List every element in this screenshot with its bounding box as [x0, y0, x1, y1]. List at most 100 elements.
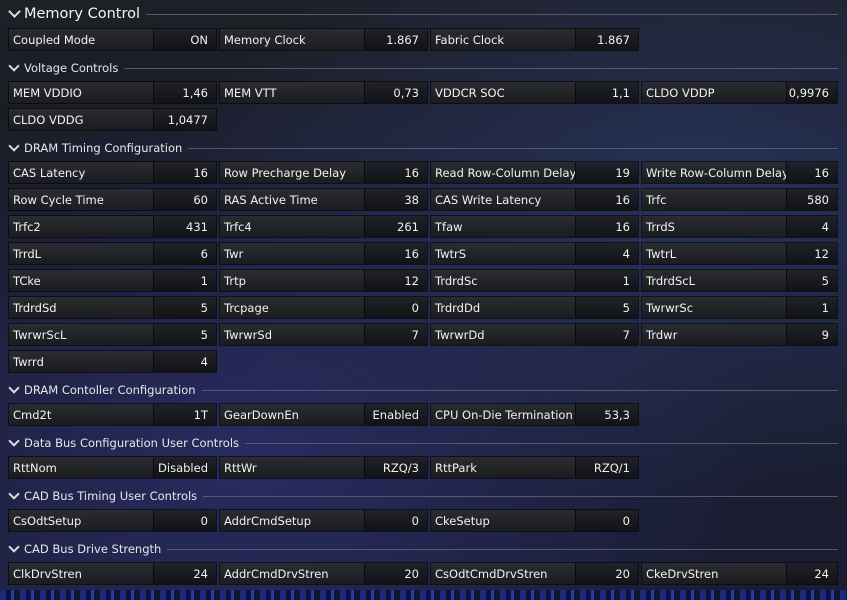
setting-twtrl[interactable]: TwtrL 12: [641, 242, 838, 265]
chevron-down-icon[interactable]: [8, 437, 20, 449]
setting-ckedrvstren[interactable]: CkeDrvStren 24: [641, 562, 838, 585]
setting-value[interactable]: 1,1: [575, 82, 638, 103]
chevron-down-icon[interactable]: [8, 384, 20, 396]
setting-addrcmdsetup[interactable]: AddrCmdSetup 0: [219, 509, 428, 532]
setting-value[interactable]: 16: [575, 189, 638, 210]
setting-geardownen[interactable]: GearDownEn Enabled: [219, 403, 428, 426]
setting-value[interactable]: 24: [786, 563, 837, 584]
memory-control-header[interactable]: Memory Control: [8, 6, 838, 22]
setting-value[interactable]: 7: [575, 324, 638, 345]
setting-trfc[interactable]: Trfc 580: [641, 188, 838, 211]
setting-cpu-on-die-termination[interactable]: CPU On-Die Termination 53,3: [430, 403, 639, 426]
setting-value[interactable]: 16: [364, 243, 427, 264]
setting-cas-latency[interactable]: CAS Latency 16: [8, 161, 217, 184]
setting-value[interactable]: 0: [364, 297, 427, 318]
setting-value[interactable]: 431: [153, 216, 216, 237]
setting-rttnom[interactable]: RttNom Disabled: [8, 456, 217, 479]
setting-trrds[interactable]: TrrdS 4: [641, 215, 838, 238]
chevron-down-icon[interactable]: [8, 543, 20, 555]
chevron-down-icon[interactable]: [8, 142, 20, 154]
section-header-cad-bus-timing-user-controls[interactable]: CAD Bus Timing User Controls: [8, 488, 838, 504]
setting-twrwrscl[interactable]: TwrwrScL 5: [8, 323, 217, 346]
chevron-down-icon[interactable]: [8, 62, 20, 74]
setting-twrwrsc[interactable]: TwrwrSc 1: [641, 296, 838, 319]
setting-ckesetup[interactable]: CkeSetup 0: [430, 509, 639, 532]
setting-value[interactable]: 0: [364, 510, 427, 531]
setting-trdrdscl[interactable]: TrdrdScL 5: [641, 269, 838, 292]
section-header-cad-bus-drive-strength[interactable]: CAD Bus Drive Strength: [8, 541, 838, 557]
setting-tcke[interactable]: TCke 1: [8, 269, 217, 292]
setting-value[interactable]: 4: [786, 216, 837, 237]
setting-value[interactable]: 1,46: [153, 82, 216, 103]
section-header-dram-contoller-configuration[interactable]: DRAM Contoller Configuration: [8, 382, 838, 398]
setting-trdwr[interactable]: Trdwr 9: [641, 323, 838, 346]
setting-twr[interactable]: Twr 16: [219, 242, 428, 265]
setting-cmd2t[interactable]: Cmd2t 1T: [8, 403, 217, 426]
setting-rttpark[interactable]: RttPark RZQ/1: [430, 456, 639, 479]
setting-value[interactable]: 5: [153, 297, 216, 318]
setting-fabric-clock[interactable]: Fabric Clock 1.867: [430, 28, 639, 51]
setting-value[interactable]: 9: [786, 324, 837, 345]
setting-row-cycle-time[interactable]: Row Cycle Time 60: [8, 188, 217, 211]
setting-value[interactable]: 1.867: [575, 29, 638, 50]
setting-value[interactable]: 7: [364, 324, 427, 345]
setting-ras-active-time[interactable]: RAS Active Time 38: [219, 188, 428, 211]
setting-value[interactable]: 53,3: [575, 404, 638, 425]
setting-tfaw[interactable]: Tfaw 16: [430, 215, 639, 238]
setting-value[interactable]: 0,9976: [786, 82, 837, 103]
setting-rttwr[interactable]: RttWr RZQ/3: [219, 456, 428, 479]
setting-trcpage[interactable]: Trcpage 0: [219, 296, 428, 319]
setting-twrwrsd[interactable]: TwrwrSd 7: [219, 323, 428, 346]
section-header-data-bus-configuration-user-controls[interactable]: Data Bus Configuration User Controls: [8, 435, 838, 451]
setting-value[interactable]: 60: [153, 189, 216, 210]
setting-cldo-vddp[interactable]: CLDO VDDP 0,9976: [641, 81, 838, 104]
setting-cldo-vddg[interactable]: CLDO VDDG 1,0477: [8, 108, 217, 131]
setting-value[interactable]: 1: [786, 297, 837, 318]
setting-value[interactable]: 6: [153, 243, 216, 264]
setting-value[interactable]: Disabled: [153, 457, 216, 478]
setting-value[interactable]: 19: [575, 162, 638, 183]
setting-mem-vddio[interactable]: MEM VDDIO 1,46: [8, 81, 217, 104]
setting-value[interactable]: 24: [153, 563, 216, 584]
setting-trdrddd[interactable]: TrdrdDd 5: [430, 296, 639, 319]
setting-vddcr-soc[interactable]: VDDCR SOC 1,1: [430, 81, 639, 104]
setting-value[interactable]: 4: [575, 243, 638, 264]
setting-memory-clock[interactable]: Memory Clock 1.867: [219, 28, 428, 51]
setting-coupled-mode[interactable]: Coupled Mode ON: [8, 28, 217, 51]
setting-value[interactable]: 20: [364, 563, 427, 584]
setting-csodtsetup[interactable]: CsOdtSetup 0: [8, 509, 217, 532]
setting-value[interactable]: 16: [575, 216, 638, 237]
setting-value[interactable]: 16: [786, 162, 837, 183]
setting-value[interactable]: 4: [153, 351, 216, 372]
section-header-dram-timing-configuration[interactable]: DRAM Timing Configuration: [8, 140, 838, 156]
setting-value[interactable]: 16: [153, 162, 216, 183]
setting-cas-write-latency[interactable]: CAS Write Latency 16: [430, 188, 639, 211]
setting-value[interactable]: 12: [786, 243, 837, 264]
setting-value[interactable]: 261: [364, 216, 427, 237]
chevron-down-icon[interactable]: [8, 8, 20, 20]
setting-value[interactable]: 1.867: [364, 29, 427, 50]
setting-trrdl[interactable]: TrrdL 6: [8, 242, 217, 265]
setting-value[interactable]: 1T: [153, 404, 216, 425]
setting-value[interactable]: 1,0477: [153, 109, 216, 130]
setting-value[interactable]: 16: [364, 162, 427, 183]
setting-trfc2[interactable]: Trfc2 431: [8, 215, 217, 238]
setting-value[interactable]: 580: [786, 189, 837, 210]
setting-mem-vtt[interactable]: MEM VTT 0,73: [219, 81, 428, 104]
setting-trdrdsc[interactable]: TrdrdSc 1: [430, 269, 639, 292]
chevron-down-icon[interactable]: [8, 490, 20, 502]
setting-write-row-column-delay[interactable]: Write Row-Column Delay 16: [641, 161, 838, 184]
setting-value[interactable]: 5: [786, 270, 837, 291]
setting-value[interactable]: 12: [364, 270, 427, 291]
setting-twtrs[interactable]: TwtrS 4: [430, 242, 639, 265]
setting-value[interactable]: RZQ/1: [575, 457, 638, 478]
setting-value[interactable]: 20: [575, 563, 638, 584]
setting-clkdrvstren[interactable]: ClkDrvStren 24: [8, 562, 217, 585]
setting-value[interactable]: 0: [153, 510, 216, 531]
setting-value[interactable]: ON: [153, 29, 216, 50]
setting-value[interactable]: 0,73: [364, 82, 427, 103]
setting-value[interactable]: 1: [153, 270, 216, 291]
section-header-voltage-controls[interactable]: Voltage Controls: [8, 60, 838, 76]
setting-twrrd[interactable]: Twrrd 4: [8, 350, 217, 373]
setting-trdrdsd[interactable]: TrdrdSd 5: [8, 296, 217, 319]
